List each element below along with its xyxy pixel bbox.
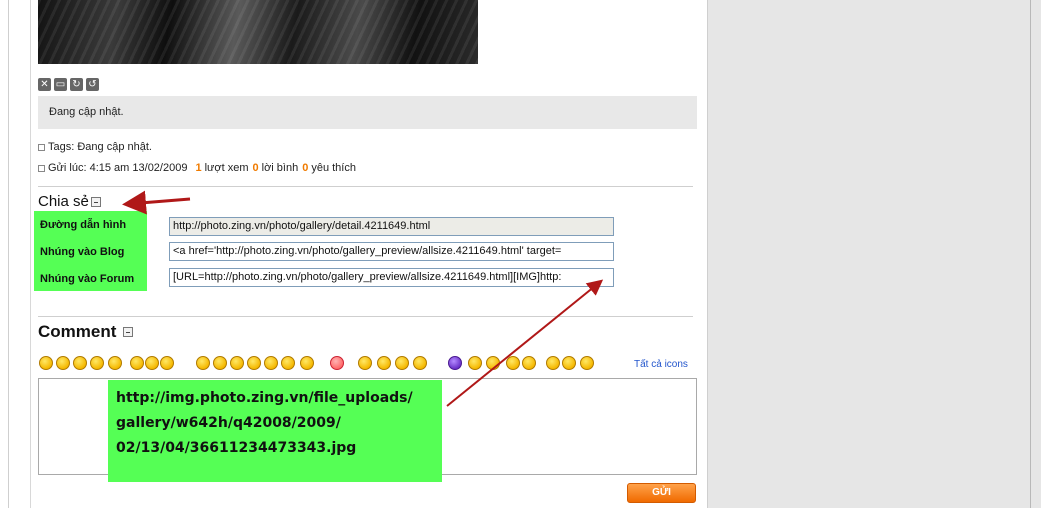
arrow-to-forum-field-icon: [446, 279, 604, 407]
annotation-arrows: [122, 190, 604, 407]
arrow-to-share-icon: [122, 190, 191, 215]
